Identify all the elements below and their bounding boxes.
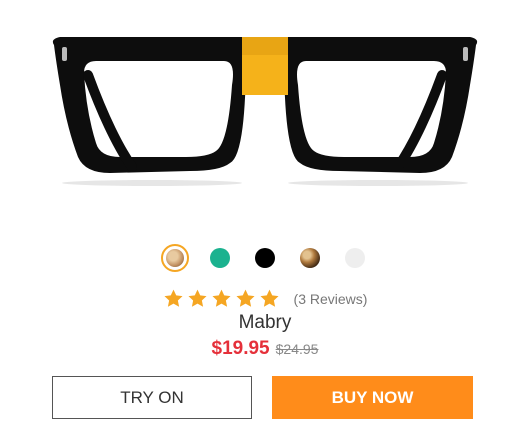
reviews-link[interactable]: (3 Reviews) (294, 291, 368, 307)
star-icon (236, 289, 255, 307)
swatch-clear[interactable] (341, 244, 369, 272)
price-row: $19.95 $24.95 (0, 338, 530, 360)
star-icon (260, 289, 279, 307)
star-rating (163, 288, 280, 309)
right-lens-frame (284, 37, 478, 173)
left-lens-frame (52, 37, 246, 173)
star-icon (164, 289, 183, 307)
current-price: $19.95 (211, 338, 270, 359)
star-icon (212, 289, 231, 307)
try-on-button[interactable]: TRY ON (52, 376, 252, 419)
color-swatches (0, 244, 530, 272)
swatch-tortoise-dot (300, 248, 320, 268)
swatch-black[interactable] (251, 244, 279, 272)
eyeglasses-image (52, 37, 478, 186)
swatch-teal-dot (210, 248, 230, 268)
swatch-teal[interactable] (206, 244, 234, 272)
original-price: $24.95 (275, 341, 319, 357)
swatch-black-dot (255, 248, 275, 268)
buy-now-button[interactable]: BUY NOW (272, 376, 473, 419)
product-name[interactable]: Mabry (0, 312, 530, 334)
rating-row: (3 Reviews) (0, 288, 530, 309)
swatch-tortoise[interactable] (296, 244, 324, 272)
swatch-tan[interactable] (161, 244, 189, 272)
star-icon (188, 289, 207, 307)
swatch-clear-dot (345, 248, 365, 268)
swatch-tan-dot (166, 249, 184, 267)
